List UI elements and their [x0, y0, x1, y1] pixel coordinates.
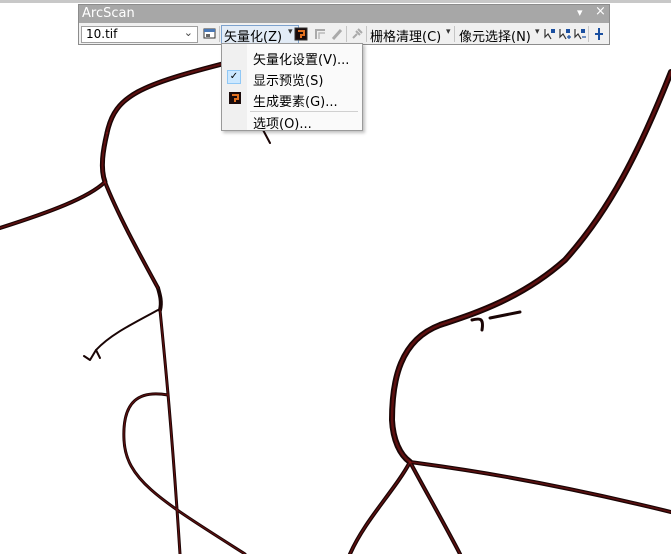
- checkmark-icon: ✓: [227, 70, 241, 84]
- menu-item-generate-features[interactable]: 生成要素(G)...: [222, 88, 362, 110]
- pin-dropdown-icon[interactable]: ▾: [577, 6, 583, 19]
- menu-item-label: 选项(O)...: [253, 117, 312, 132]
- road-line: [122, 392, 247, 554]
- select-connected-cells-icon[interactable]: [543, 27, 557, 41]
- arcscan-toolbar: ArcScan ▾ × 10.tif ⌄ 矢量化(Z) ▾ 栅格清理(C) ▾ …: [78, 4, 610, 45]
- toolbar-separator: [588, 26, 589, 42]
- raster-layer-select[interactable]: 10.tif ⌄: [81, 26, 198, 43]
- menu-item-label: 生成要素(G)...: [253, 95, 338, 110]
- menu-item-show-preview[interactable]: ✓ 显示预览(S): [222, 67, 362, 89]
- dropdown-arrow-icon[interactable]: ▾: [535, 27, 540, 37]
- toolbar-separator: [454, 26, 455, 42]
- generate-features-icon: [229, 92, 241, 104]
- find-cells-icon[interactable]: [592, 27, 606, 41]
- vectorization-dropdown-menu: 矢量化设置(V)... ✓ 显示预览(S) 生成要素(G)... 选项(O)..…: [221, 43, 363, 132]
- road-line: [488, 310, 522, 320]
- raster-cleanup-menu-button[interactable]: 栅格清理(C): [370, 26, 441, 45]
- road-line: [0, 180, 107, 230]
- road-line: [408, 460, 671, 514]
- toolbar-title: ArcScan: [82, 6, 135, 21]
- close-icon[interactable]: ×: [595, 4, 606, 19]
- toolbar-separator: [219, 26, 220, 42]
- road-line: [389, 69, 671, 465]
- pencil-icon[interactable]: [330, 27, 344, 41]
- menu-item-options[interactable]: 选项(O)...: [222, 110, 362, 132]
- pin-icon[interactable]: [350, 27, 364, 41]
- dropdown-arrow-icon[interactable]: ▾: [288, 27, 293, 37]
- dropdown-arrow-icon[interactable]: ▾: [446, 27, 451, 37]
- chevron-down-icon: ⌄: [183, 26, 193, 39]
- generate-features-icon[interactable]: [294, 27, 308, 41]
- cell-selection-plus-icon[interactable]: [573, 27, 587, 41]
- menu-item-label: 矢量化设置(V)...: [253, 53, 350, 68]
- menu-item-vectorization-settings[interactable]: 矢量化设置(V)...: [222, 46, 362, 68]
- raster-layer-value: 10.tif: [86, 27, 118, 41]
- menu-item-label: 显示预览(S): [253, 74, 324, 89]
- cell-selection-menu-button[interactable]: 像元选择(N): [459, 26, 531, 45]
- line-tool-icon[interactable]: [314, 27, 328, 41]
- road-line: [83, 309, 159, 361]
- layout-icon[interactable]: [203, 27, 217, 41]
- road-line: [156, 286, 163, 312]
- add-cells-icon[interactable]: [558, 27, 572, 41]
- road-line: [95, 349, 101, 359]
- toolbar-titlebar[interactable]: ArcScan ▾ ×: [79, 4, 609, 23]
- toolbar-separator: [346, 26, 347, 42]
- toolbar-separator: [366, 26, 367, 42]
- road-line: [470, 317, 484, 332]
- app-top-strip: [0, 0, 671, 3]
- road-line: [104, 59, 233, 136]
